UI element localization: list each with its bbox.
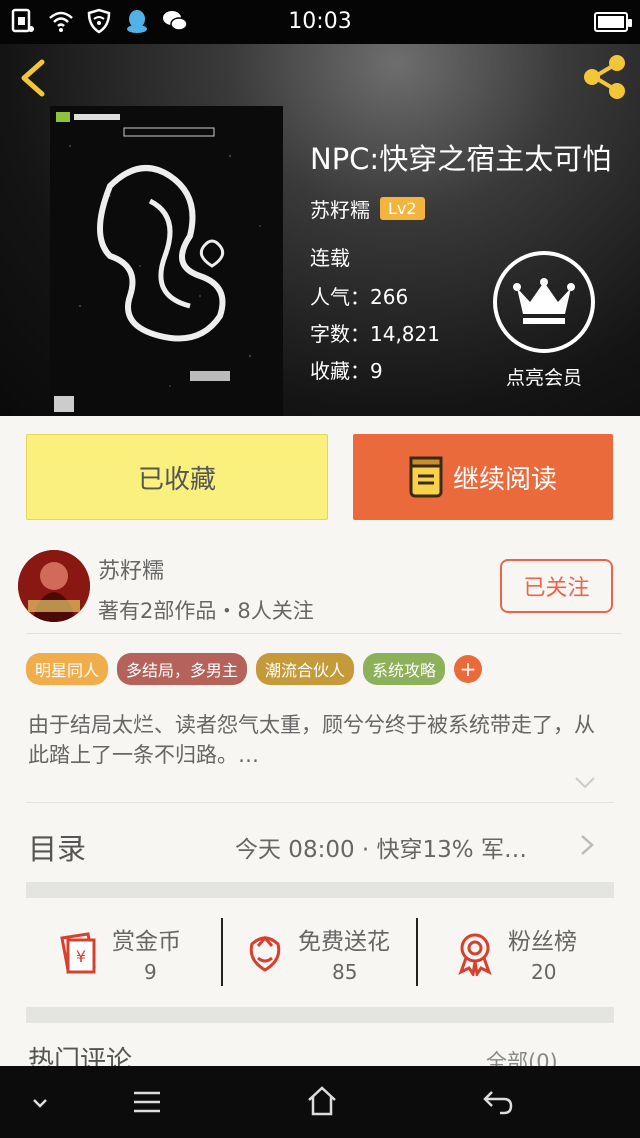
favorite-count: 收藏：9 [310,359,383,383]
clock: 10:03 [288,9,352,34]
divider [26,802,614,803]
book-cover-image[interactable] [50,106,283,416]
vip-label: 点亮会员 [505,367,582,389]
toc-title[interactable]: 目录 [28,826,86,868]
send-flower-button[interactable]: 免费送花 85 [242,920,412,990]
svg-text:¥: ¥ [76,947,86,966]
follow-button[interactable]: 已关注 [500,559,613,613]
vip-button[interactable]: 点亮会员 [488,251,600,391]
reward-coins-value: 9 [144,960,157,984]
word-count: 字数：14,821 [310,322,440,346]
avatar[interactable] [18,550,90,622]
tag[interactable]: 多结局，多男主 [117,653,248,685]
tag[interactable]: 潮流合伙人 [256,653,355,685]
back-icon[interactable] [482,1084,514,1120]
book-icon [409,456,443,498]
fan-ranking-button[interactable]: 粉丝榜 20 [452,920,612,990]
author-name[interactable]: 苏籽糯 [98,553,164,585]
flower-icon [249,935,281,972]
home-icon[interactable] [306,1084,338,1120]
add-tag-button[interactable]: + [454,655,483,683]
battery-icon [594,12,632,32]
chevron-right-icon[interactable] [580,834,594,856]
toc-latest-chapter[interactable]: 今天 08:00 · 快穿13% 军… [235,830,527,864]
fan-ranking-value: 20 [531,960,557,984]
tag[interactable]: 明星同人 [26,653,109,685]
author-row: 苏籽糯 Lv2 [310,194,425,223]
tag-list: 明星同人 多结局，多男主 潮流合伙人 系统攻略 + [26,653,483,685]
book-author[interactable]: 苏籽糯 [310,194,370,223]
send-flower-label: 免费送花 [298,929,390,955]
chevron-down-icon[interactable] [574,776,596,790]
crown-icon [493,251,595,353]
continue-reading-button[interactable]: 继续阅读 [353,434,613,520]
divider [416,918,418,986]
book-title: NPC:快穿之宿主太可怕 [310,142,612,176]
synopsis[interactable]: 由于结局太烂、读者怨气太重，顾兮兮终于被系统带走了，从此踏上了一条不归路。… [28,710,613,770]
author-stats: 著有2部作品・8人关注 [98,599,314,623]
favorited-button[interactable]: 已收藏 [26,434,328,520]
level-badge: Lv2 [380,197,425,220]
chevron-left-icon[interactable] [14,58,54,98]
chevron-down-icon[interactable] [30,1084,50,1120]
section-separator [26,882,614,898]
serial-status: 连载 [310,246,350,270]
status-bar: 10:03 [0,0,640,44]
reward-coins-button[interactable]: ¥ 赏金币 9 [56,920,216,990]
fan-ranking-label: 粉丝榜 [508,929,577,955]
red-envelope-icon: ¥ [60,932,96,974]
cover-art [50,106,283,416]
popularity: 人气：266 [310,285,409,309]
section-separator [26,1007,614,1023]
continue-reading-label: 继续阅读 [452,464,557,495]
reward-coins-label: 赏金币 [112,929,181,955]
divider [26,633,622,634]
tag[interactable]: 系统攻略 [363,653,446,685]
book-header: NPC:快穿之宿主太可怕 苏籽糯 Lv2 连载 人气：266 字数：14,821… [0,44,640,416]
share-icon[interactable] [580,52,630,102]
system-nav-bar [0,1066,640,1138]
medal-icon [458,933,492,976]
divider [221,918,223,986]
send-flower-value: 85 [332,960,358,984]
menu-icon[interactable] [132,1084,162,1120]
